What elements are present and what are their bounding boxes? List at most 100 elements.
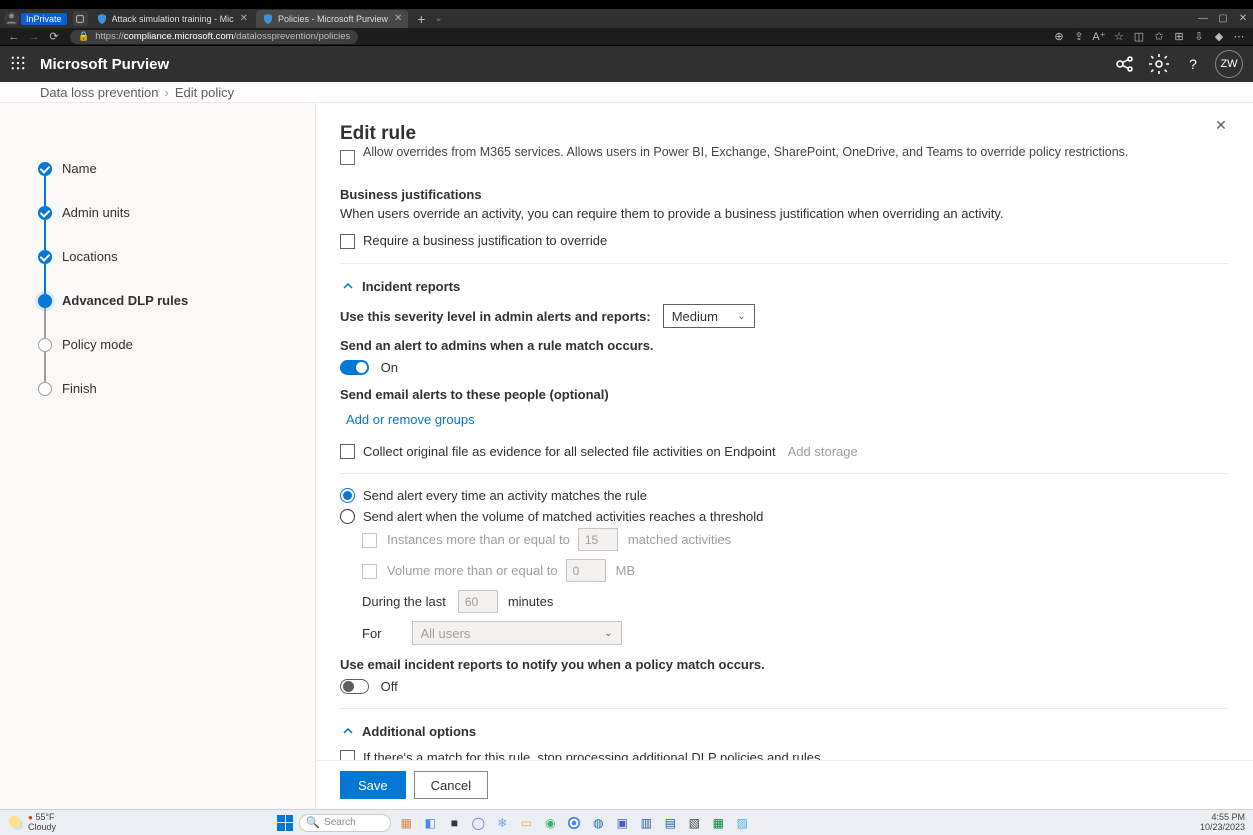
taskbar-app-icon[interactable]: ▦	[397, 814, 415, 832]
email-incident-reports-label: Use email incident reports to notify you…	[340, 657, 1229, 672]
severity-select[interactable]: Medium ⌄	[663, 304, 755, 328]
email-incident-reports-toggle[interactable]	[340, 679, 369, 694]
step-finish[interactable]: Finish	[0, 381, 315, 425]
start-button[interactable]	[277, 815, 293, 831]
during-input: 60	[458, 590, 498, 613]
tab-actions-button[interactable]	[73, 11, 88, 26]
stop-processing-checkbox[interactable]	[340, 750, 355, 760]
add-storage-link: Add storage	[788, 444, 858, 459]
allow-overrides-checkbox[interactable]	[340, 150, 355, 165]
breadcrumb-data-loss-prevention[interactable]: Data loss prevention	[40, 85, 159, 100]
step-indicator-completed-icon	[38, 162, 52, 176]
save-button[interactable]: Save	[340, 771, 406, 799]
taskbar-app-icon[interactable]: ▣	[613, 814, 631, 832]
browser-url-input[interactable]: 🔒 https://compliance.microsoft.com/datal…	[70, 30, 358, 44]
main-content: Name Admin units Locations Advanced DLP …	[0, 103, 1253, 809]
cancel-button[interactable]: Cancel	[414, 771, 488, 799]
breadcrumb: Data loss prevention › Edit policy	[0, 82, 1253, 103]
send-alert-every-time-label: Send alert every time an activity matche…	[363, 488, 647, 503]
tab-close-icon[interactable]: ✕	[394, 13, 402, 24]
panel-close-button[interactable]: ✕	[1209, 117, 1233, 141]
zoom-icon[interactable]: ⊕	[1049, 30, 1069, 43]
taskbar-app-icon[interactable]: ▨	[733, 814, 751, 832]
taskbar-app-icon[interactable]: ■	[445, 814, 463, 832]
help-icon[interactable]: ?	[1181, 52, 1205, 76]
mb-label: MB	[616, 563, 636, 578]
taskbar-app-icon[interactable]: ▭	[517, 814, 535, 832]
step-policy-mode[interactable]: Policy mode	[0, 337, 315, 381]
browser-refresh-button[interactable]: ⟳	[44, 30, 64, 43]
app-launcher-waffle-icon[interactable]	[0, 56, 36, 73]
window-close-button[interactable]: ✕	[1233, 9, 1253, 28]
settings-gear-icon[interactable]	[1147, 52, 1171, 76]
collect-evidence-checkbox[interactable]	[340, 444, 355, 459]
taskbar-app-icon[interactable]: ▦	[709, 814, 727, 832]
search-icon: 🔍	[306, 816, 320, 829]
collections-icon[interactable]: ⊞	[1169, 30, 1189, 43]
taskbar-app-icon[interactable]: ◧	[421, 814, 439, 832]
browser-back-button[interactable]: ←	[4, 31, 24, 43]
taskbar-app-icon[interactable]: ▧	[685, 814, 703, 832]
downloads-icon[interactable]: ⇩	[1189, 30, 1209, 43]
taskbar-app-icon[interactable]: ▥	[637, 814, 655, 832]
step-label: Finish	[62, 381, 97, 396]
taskbar-app-icon[interactable]: ◉	[541, 814, 559, 832]
tab-close-icon[interactable]: ✕	[240, 13, 248, 24]
weather-icon	[8, 815, 24, 831]
step-indicator-completed-icon	[38, 206, 52, 220]
collect-evidence-label: Collect original file as evidence for al…	[363, 444, 776, 459]
chevron-down-icon: ⌄	[604, 628, 612, 639]
reading-icon[interactable]: A⁺	[1089, 30, 1109, 43]
step-locations[interactable]: Locations	[0, 249, 315, 293]
step-indicator-future-icon	[38, 338, 52, 352]
for-users-value: All users	[421, 626, 471, 641]
taskbar-app-icon[interactable]: ▤	[661, 814, 679, 832]
favorites-bar-icon[interactable]: ✩	[1149, 30, 1169, 43]
window-top-border	[0, 0, 1253, 9]
instances-input: 15	[578, 528, 618, 551]
app-title[interactable]: Microsoft Purview	[40, 56, 169, 73]
window-minimize-button[interactable]: —	[1193, 9, 1213, 28]
browser-tab-purview-policies[interactable]: Policies - Microsoft Purview ✕	[256, 10, 408, 28]
app-header: Microsoft Purview ? ZW	[0, 46, 1253, 82]
taskbar-app-icon[interactable]: ❄	[493, 814, 511, 832]
step-connector	[44, 308, 46, 338]
window-maximize-button[interactable]: ▢	[1213, 9, 1233, 28]
email-incident-reports-state: Off	[381, 679, 398, 694]
incident-reports-section-toggle[interactable]: Incident reports	[340, 278, 1229, 294]
inprivate-profile-badge[interactable]: InPrivate	[4, 12, 67, 26]
step-connector	[44, 264, 46, 294]
step-label: Policy mode	[62, 337, 133, 352]
step-admin-units[interactable]: Admin units	[0, 205, 315, 249]
browser-tab-attack-simulation[interactable]: Attack simulation training - Mic ✕	[90, 10, 254, 28]
browser-more-icon[interactable]: ⋯	[1229, 30, 1249, 43]
url-path: /datalossprevention/policies	[234, 31, 351, 42]
taskbar-app-icon[interactable]	[565, 814, 583, 832]
send-alert-admins-toggle[interactable]	[340, 360, 369, 375]
taskbar-app-icon[interactable]: ◍	[589, 814, 607, 832]
header-connect-icon[interactable]	[1113, 52, 1137, 76]
additional-options-section-toggle[interactable]: Additional options	[340, 723, 1229, 739]
browser-toolbar-right: ⊕ ⇪ A⁺ ☆ ◫ ✩ ⊞ ⇩ ◆ ⋯	[1049, 30, 1249, 43]
step-advanced-dlp-rules[interactable]: Advanced DLP rules	[0, 293, 315, 337]
share-icon[interactable]: ⇪	[1069, 30, 1089, 43]
extension-icon[interactable]: ◆	[1209, 30, 1229, 43]
send-email-alerts-label: Send email alerts to these people (optio…	[340, 387, 1229, 402]
favorite-icon[interactable]: ☆	[1109, 30, 1129, 43]
taskbar-right[interactable]: 4:55 PM 10/23/2023	[1194, 813, 1245, 833]
require-justification-checkbox[interactable]	[340, 234, 355, 249]
send-alert-threshold-radio[interactable]	[340, 509, 355, 524]
user-avatar[interactable]: ZW	[1215, 50, 1243, 78]
taskbar-app-icon[interactable]: ◯	[469, 814, 487, 832]
split-icon[interactable]: ◫	[1129, 30, 1149, 43]
panel-title: Edit rule	[340, 123, 416, 145]
send-alert-every-time-radio[interactable]	[340, 488, 355, 503]
taskbar-search-input[interactable]: 🔍 Search	[299, 814, 391, 832]
tab-overflow-icon[interactable]: ⌄	[434, 13, 442, 24]
step-name[interactable]: Name	[0, 161, 315, 205]
instances-checkbox	[362, 533, 377, 548]
new-tab-button[interactable]: +	[412, 11, 430, 27]
add-remove-groups-link[interactable]: Add or remove groups	[346, 412, 475, 427]
taskbar-weather-widget[interactable]: ● 55°F Cloudy	[8, 813, 56, 833]
panel-scroll-area: Allow overrides from M365 services. Allo…	[316, 145, 1253, 760]
